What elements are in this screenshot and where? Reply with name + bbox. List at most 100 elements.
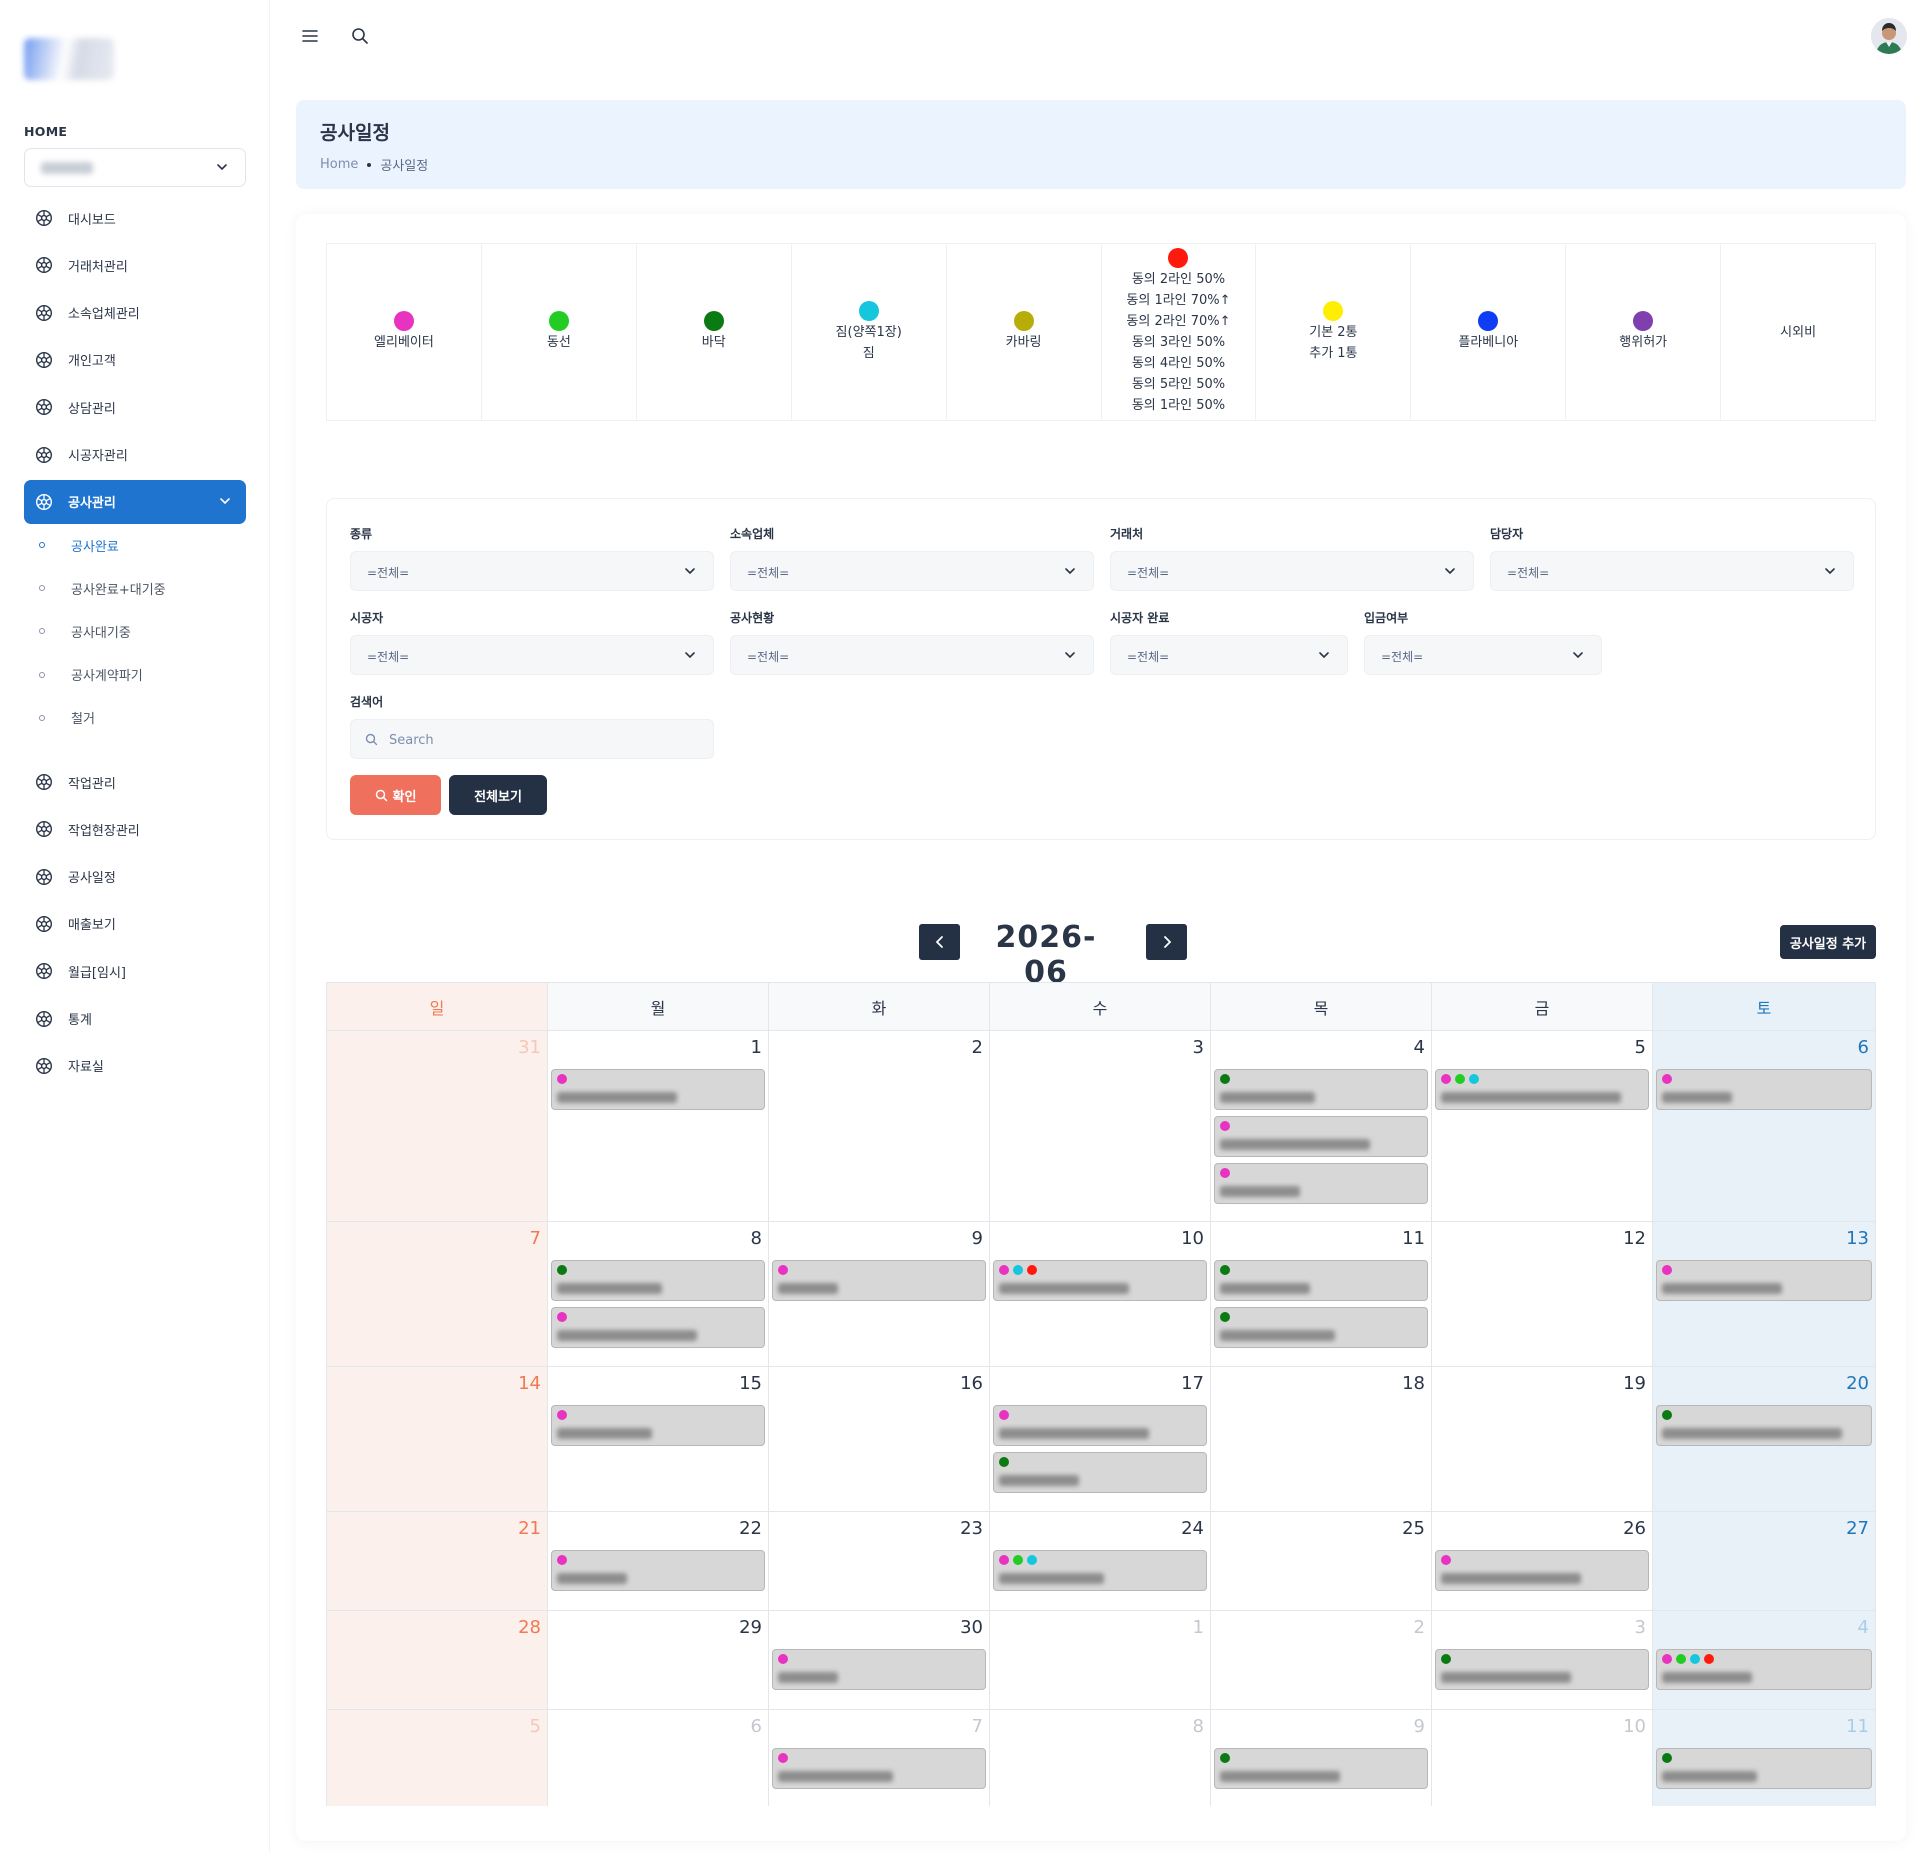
calendar-day-cell[interactable]: 30 — [769, 1611, 990, 1710]
sidebar-subitem[interactable]: 철거 — [24, 700, 246, 736]
sidebar-item[interactable]: 거래처관리 — [24, 243, 246, 287]
search-icon[interactable] — [348, 24, 372, 48]
filter-builder-select[interactable]: =전체= — [350, 635, 714, 675]
calendar-event[interactable] — [551, 1069, 765, 1110]
calendar-event[interactable] — [551, 1405, 765, 1446]
calendar-day-cell[interactable]: 22 — [548, 1512, 769, 1611]
calendar-event[interactable] — [772, 1649, 986, 1690]
calendar-event[interactable] — [1435, 1550, 1649, 1591]
sidebar-item[interactable]: 상담관리 — [24, 385, 246, 429]
calendar-day-cell[interactable]: 10 — [1432, 1710, 1653, 1806]
sidebar-item[interactable]: 월급[임시] — [24, 949, 246, 993]
search-input[interactable] — [389, 728, 689, 752]
calendar-day-cell[interactable]: 20 — [1653, 1367, 1875, 1512]
calendar-event[interactable] — [772, 1748, 986, 1789]
calendar-day-cell[interactable]: 31 — [327, 1031, 548, 1222]
calendar-event[interactable] — [1214, 1748, 1428, 1789]
calendar-day-cell[interactable]: 26 — [1432, 1512, 1653, 1611]
calendar-day-cell[interactable]: 23 — [769, 1512, 990, 1611]
add-schedule-button[interactable]: 공사일정 추가 — [1780, 925, 1876, 959]
calendar-day-cell[interactable]: 3 — [1432, 1611, 1653, 1710]
next-month-button[interactable] — [1146, 924, 1187, 960]
calendar-event[interactable] — [1656, 1069, 1872, 1110]
sidebar-item[interactable]: 공사일정 — [24, 855, 246, 899]
calendar-day-cell[interactable]: 24 — [990, 1512, 1211, 1611]
sidebar-item[interactable]: 작업관리 — [24, 760, 246, 804]
sidebar-subitem[interactable]: 공사대기중 — [24, 613, 246, 649]
calendar-day-cell[interactable]: 16 — [769, 1367, 990, 1512]
calendar-day-cell[interactable]: 5 — [327, 1710, 548, 1806]
filter-builder-done-select[interactable]: =전체= — [1110, 635, 1348, 675]
sidebar-item[interactable]: 통계 — [24, 997, 246, 1041]
calendar-event[interactable] — [993, 1260, 1207, 1301]
filter-client-select[interactable]: =전체= — [1110, 551, 1474, 591]
calendar-day-cell[interactable]: 12 — [1432, 1222, 1653, 1367]
filter-type-select[interactable]: =전체= — [350, 551, 714, 591]
calendar-event[interactable] — [551, 1260, 765, 1301]
calendar-day-cell[interactable]: 6 — [548, 1710, 769, 1806]
calendar-event[interactable] — [1214, 1069, 1428, 1110]
calendar-event[interactable] — [1214, 1260, 1428, 1301]
sidebar-item[interactable]: 매출보기 — [24, 902, 246, 946]
calendar-day-cell[interactable]: 10 — [990, 1222, 1211, 1367]
view-all-button[interactable]: 전체보기 — [449, 775, 547, 815]
calendar-event[interactable] — [551, 1550, 765, 1591]
company-select[interactable] — [24, 148, 246, 187]
sidebar-item[interactable]: 대시보드 — [24, 196, 246, 240]
calendar-event[interactable] — [993, 1550, 1207, 1591]
sidebar-item[interactable]: 작업현장관리 — [24, 807, 246, 851]
breadcrumb-home[interactable]: Home — [320, 157, 358, 172]
calendar-day-cell[interactable]: 17 — [990, 1367, 1211, 1512]
calendar-event[interactable] — [1656, 1748, 1872, 1789]
calendar-day-cell[interactable]: 9 — [769, 1222, 990, 1367]
menu-icon[interactable] — [298, 24, 322, 48]
calendar-day-cell[interactable]: 1 — [990, 1611, 1211, 1710]
calendar-event[interactable] — [1435, 1069, 1649, 1110]
calendar-day-cell[interactable]: 28 — [327, 1611, 548, 1710]
calendar-day-cell[interactable]: 6 — [1653, 1031, 1875, 1222]
calendar-day-cell[interactable]: 18 — [1211, 1367, 1432, 1512]
company-logo[interactable] — [24, 38, 114, 80]
calendar-day-cell[interactable]: 21 — [327, 1512, 548, 1611]
calendar-day-cell[interactable]: 27 — [1653, 1512, 1875, 1611]
sidebar-item[interactable]: 시공자관리 — [24, 433, 246, 477]
calendar-event[interactable] — [993, 1405, 1207, 1446]
calendar-day-cell[interactable]: 2 — [769, 1031, 990, 1222]
calendar-event[interactable] — [1214, 1163, 1428, 1204]
calendar-event[interactable] — [772, 1260, 986, 1301]
calendar-day-cell[interactable]: 11 — [1211, 1222, 1432, 1367]
calendar-day-cell[interactable]: 7 — [327, 1222, 548, 1367]
calendar-event[interactable] — [551, 1307, 765, 1348]
calendar-day-cell[interactable]: 4 — [1653, 1611, 1875, 1710]
calendar-day-cell[interactable]: 8 — [990, 1710, 1211, 1806]
calendar-day-cell[interactable]: 9 — [1211, 1710, 1432, 1806]
sidebar-subitem[interactable]: 공사완료+대기중 — [24, 570, 246, 606]
calendar-day-cell[interactable]: 11 — [1653, 1710, 1875, 1806]
calendar-event[interactable] — [1656, 1405, 1872, 1446]
calendar-day-cell[interactable]: 15 — [548, 1367, 769, 1512]
calendar-event[interactable] — [1214, 1116, 1428, 1157]
filter-manager-select[interactable]: =전체= — [1490, 551, 1854, 591]
calendar-day-cell[interactable]: 14 — [327, 1367, 548, 1512]
filter-status-select[interactable]: =전체= — [730, 635, 1094, 675]
sidebar-item[interactable]: 자료실 — [24, 1044, 246, 1088]
sidebar-item[interactable]: 개인고객 — [24, 338, 246, 382]
calendar-event[interactable] — [1214, 1307, 1428, 1348]
calendar-day-cell[interactable]: 19 — [1432, 1367, 1653, 1512]
user-avatar[interactable] — [1871, 18, 1907, 54]
calendar-day-cell[interactable]: 8 — [548, 1222, 769, 1367]
calendar-day-cell[interactable]: 7 — [769, 1710, 990, 1806]
sidebar-item[interactable]: 공사관리 — [24, 479, 246, 524]
calendar-day-cell[interactable]: 13 — [1653, 1222, 1875, 1367]
confirm-button[interactable]: 확인 — [350, 775, 441, 815]
prev-month-button[interactable] — [919, 924, 960, 960]
calendar-day-cell[interactable]: 1 — [548, 1031, 769, 1222]
calendar-event[interactable] — [1656, 1649, 1872, 1690]
calendar-day-cell[interactable]: 3 — [990, 1031, 1211, 1222]
calendar-event[interactable] — [993, 1452, 1207, 1493]
calendar-day-cell[interactable]: 29 — [548, 1611, 769, 1710]
calendar-event[interactable] — [1435, 1649, 1649, 1690]
filter-payment-select[interactable]: =전체= — [1364, 635, 1602, 675]
sidebar-item[interactable]: 소속업체관리 — [24, 291, 246, 335]
calendar-day-cell[interactable]: 2 — [1211, 1611, 1432, 1710]
